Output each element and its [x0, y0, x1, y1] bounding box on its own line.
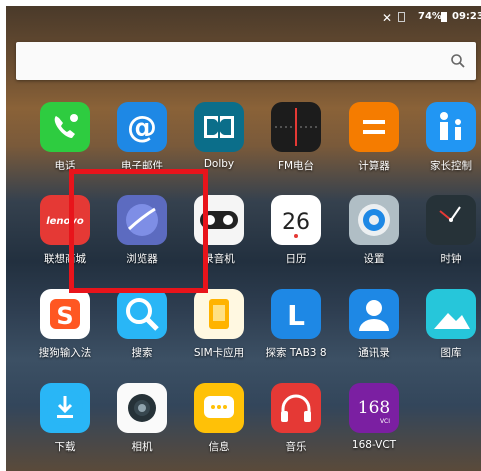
app-sogou[interactable]: S 搜狗输入法 [24, 289, 104, 371]
battery-percent: 74% [418, 11, 442, 22]
app-music[interactable]: 音乐 [255, 383, 335, 465]
sogou-icon: S [40, 289, 90, 339]
app-contacts[interactable]: 通讯录 [333, 289, 413, 371]
phone-icon [40, 102, 90, 152]
gallery-icon [426, 289, 476, 339]
app-messages[interactable]: 信息 [178, 383, 258, 465]
magnifier-icon [117, 289, 167, 339]
sim-status-icon [398, 12, 405, 22]
app-label: 家长控制 [430, 160, 472, 172]
svg-text:@: @ [127, 110, 157, 145]
app-download[interactable]: 下载 [24, 383, 104, 465]
app-label: 168-VCT [351, 439, 397, 451]
app-calendar[interactable]: 26 日历 [255, 195, 335, 277]
clock-icon [426, 195, 476, 245]
app-search[interactable]: 搜索 [101, 289, 181, 371]
app-settings[interactable]: 设置 [333, 195, 413, 277]
at-sign-icon: @ [117, 102, 167, 152]
svg-text:VCI: VCI [380, 418, 390, 425]
svg-text:L: L [287, 299, 305, 332]
radio-dial-icon [271, 102, 321, 152]
app-label: 图库 [440, 347, 462, 359]
family-icon [426, 102, 476, 152]
search-bar[interactable] [16, 42, 476, 80]
headphones-icon [271, 383, 321, 433]
sim-card-icon [194, 289, 244, 339]
clock-time: 09:23 [452, 11, 481, 22]
gear-icon [349, 195, 399, 245]
app-vct[interactable]: 168 VCI 168-VCT [333, 383, 413, 465]
app-fm[interactable]: FM电台 [255, 102, 335, 184]
battery-icon [441, 12, 447, 22]
highlight-box [69, 169, 208, 293]
app-label: 时钟 [440, 253, 462, 265]
app-camera[interactable]: 相机 [101, 383, 181, 465]
svg-text:26: 26 [282, 210, 310, 235]
vct-logo-icon: 168 VCI [349, 383, 399, 433]
calculator-icon [349, 102, 399, 152]
app-sim[interactable]: SIM卡应用 [178, 289, 258, 371]
calendar-icon: 26 [271, 195, 321, 245]
svg-text:168: 168 [358, 398, 390, 418]
camera-icon [117, 383, 167, 433]
home-screen: ✕ 74% 09:23 电话 @ 电子邮件 Dolby FM电台 计算器 家长控制 lenov… [6, 6, 481, 471]
dolby-icon [194, 102, 244, 152]
app-tab3[interactable]: L 探索 TAB3 8 [255, 289, 335, 371]
chat-bubble-icon [194, 383, 244, 433]
svg-text:S: S [56, 302, 73, 330]
app-gallery[interactable]: 图库 [410, 289, 481, 371]
bluetooth-icon: ✕ [382, 11, 393, 25]
app-calculator[interactable]: 计算器 [333, 102, 413, 184]
app-clock[interactable]: 时钟 [410, 195, 481, 277]
letter-l-icon: L [271, 289, 321, 339]
app-parental[interactable]: 家长控制 [410, 102, 481, 184]
status-bar: ✕ 74% 09:23 [6, 6, 481, 32]
download-icon [40, 383, 90, 433]
contact-icon [349, 289, 399, 339]
search-icon[interactable] [450, 53, 466, 69]
